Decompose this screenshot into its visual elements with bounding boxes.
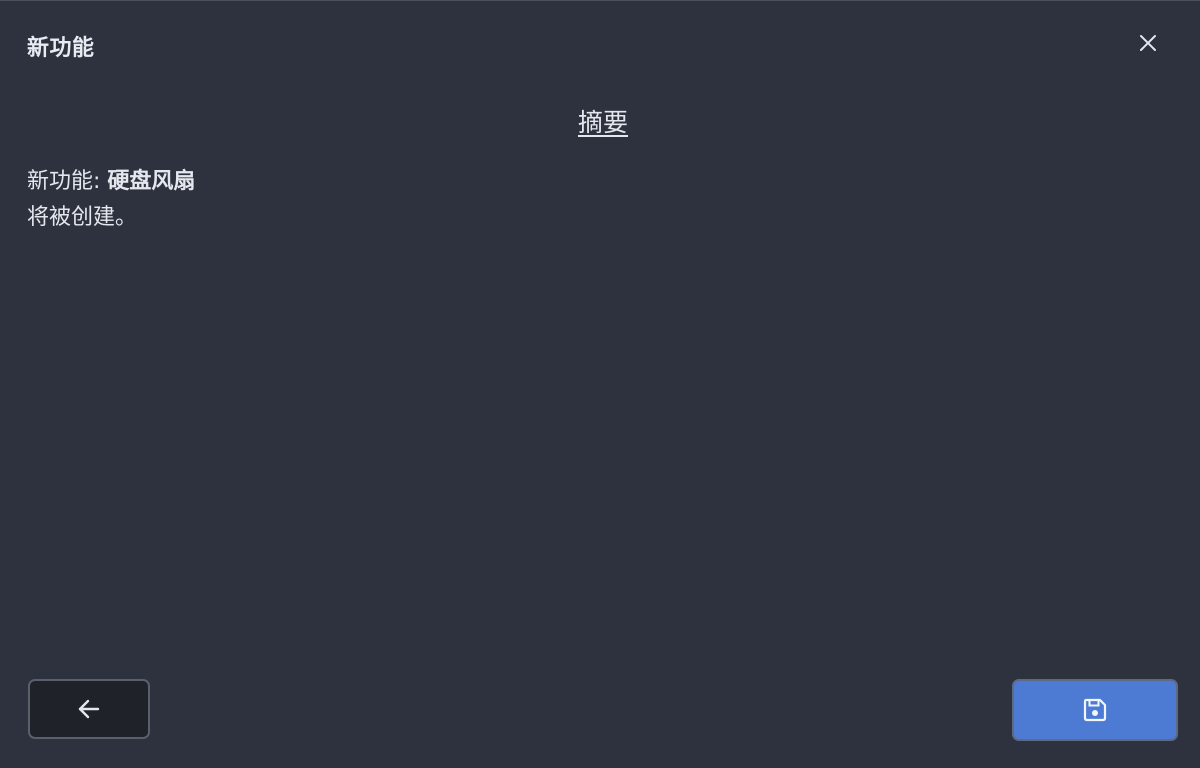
arrow-left-icon	[78, 699, 100, 719]
summary-heading: 摘要	[577, 108, 628, 137]
summary-text: 新功能: 硬盘风扇 将被创建。	[27, 164, 195, 236]
floppy-disk-icon	[1083, 698, 1107, 722]
dialog-title: 新功能	[27, 36, 95, 61]
close-button[interactable]	[1133, 28, 1163, 58]
new-feature-dialog: 新功能 摘要 新功能: 硬盘风扇 将被创建。	[0, 0, 1200, 768]
feature-name: 硬盘风扇	[107, 169, 196, 194]
close-icon	[1140, 35, 1156, 51]
back-button[interactable]	[28, 679, 150, 739]
summary-line-result: 将被创建。	[27, 205, 138, 230]
save-button[interactable]	[1012, 679, 1178, 741]
feature-label: 新功能:	[27, 169, 108, 194]
summary-line-feature: 新功能: 硬盘风扇	[27, 164, 195, 200]
